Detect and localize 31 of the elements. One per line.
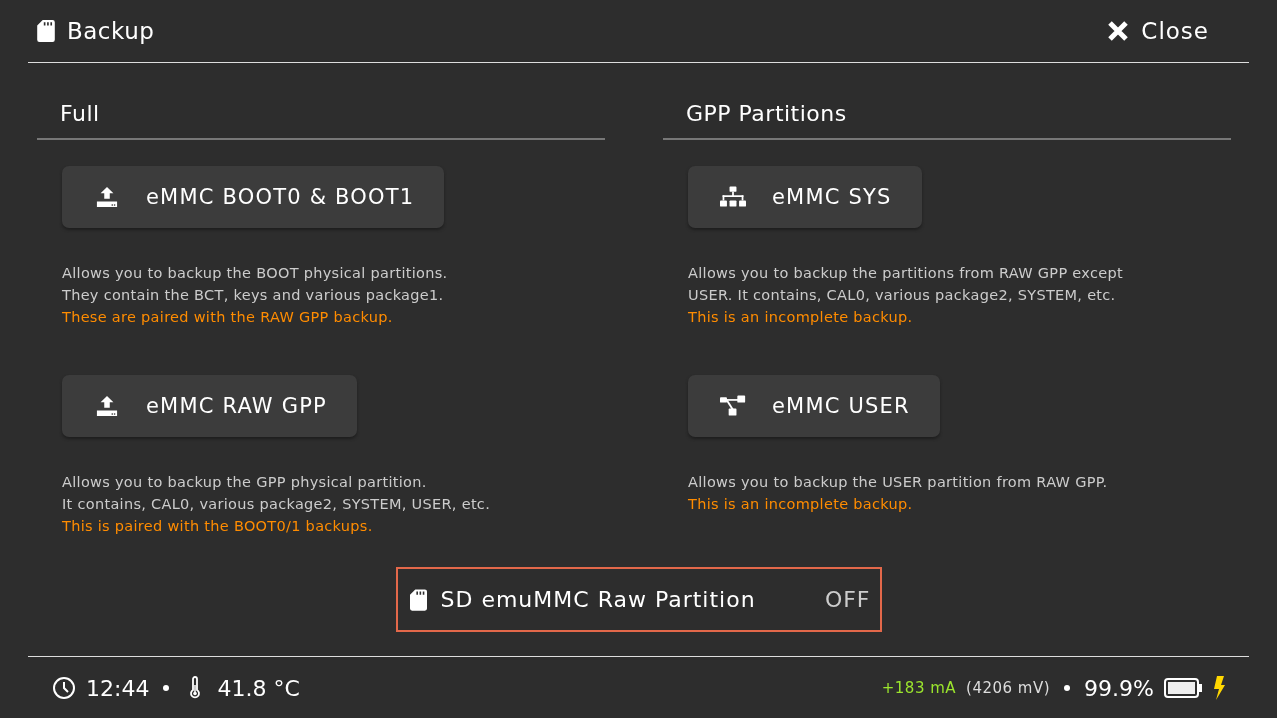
upload-icon bbox=[94, 186, 120, 208]
backup-button[interactable]: eMMC RAW GPP bbox=[62, 375, 357, 437]
emummc-toggle[interactable]: SD emuMMC Raw Partition OFF bbox=[395, 567, 882, 632]
upload-icon bbox=[94, 395, 120, 417]
note-text: This is an incomplete backup. bbox=[688, 308, 914, 327]
backup-button[interactable]: eMMC SYS bbox=[688, 166, 922, 228]
description-text: Allows you to backup the partitions from RAW GPP except USER. It contains, CAL0, various package2, SYSTEM, etc. bbox=[688, 264, 1124, 305]
clock-icon bbox=[52, 676, 76, 700]
current-text: +183 mA bbox=[881, 679, 957, 697]
section-title: Full bbox=[37, 101, 605, 140]
note-text: This is an incomplete backup. bbox=[688, 495, 914, 514]
backup-button[interactable]: eMMC BOOT0 & BOOT1 bbox=[62, 166, 445, 228]
description-text: Allows you to backup the USER partition from RAW GPP. bbox=[688, 473, 1109, 492]
sd-card-icon bbox=[409, 588, 427, 611]
sd-card-icon bbox=[37, 20, 55, 42]
close-icon bbox=[1107, 20, 1130, 42]
battery-icon bbox=[1164, 677, 1202, 699]
battery-percent: 99.9% bbox=[1084, 675, 1154, 701]
section-title: GPP Partitions bbox=[663, 101, 1231, 140]
voltage-text: (4206 mV) bbox=[966, 679, 1051, 697]
close-button[interactable]: Close bbox=[1107, 18, 1209, 44]
note-text: These are paired with the RAW GPP backup. bbox=[62, 308, 394, 327]
time-text: 12:44 bbox=[86, 675, 150, 701]
branch-icon bbox=[720, 395, 746, 417]
window-title: Backup bbox=[67, 18, 155, 44]
description-text: Allows you to backup the BOOT physical partitions. They contain the BCT, keys and various package1. bbox=[62, 264, 449, 305]
description-text: Allows you to backup the GPP physical partition. It contains, CAL0, various package2, SYSTEM, USER, etc. bbox=[62, 473, 492, 514]
temperature-text: 41.8 °C bbox=[217, 675, 300, 701]
backup-button[interactable]: eMMC USER bbox=[688, 375, 940, 437]
note-text: This is paired with the BOOT0/1 backups. bbox=[62, 517, 374, 536]
hierarchy-icon bbox=[720, 186, 746, 208]
